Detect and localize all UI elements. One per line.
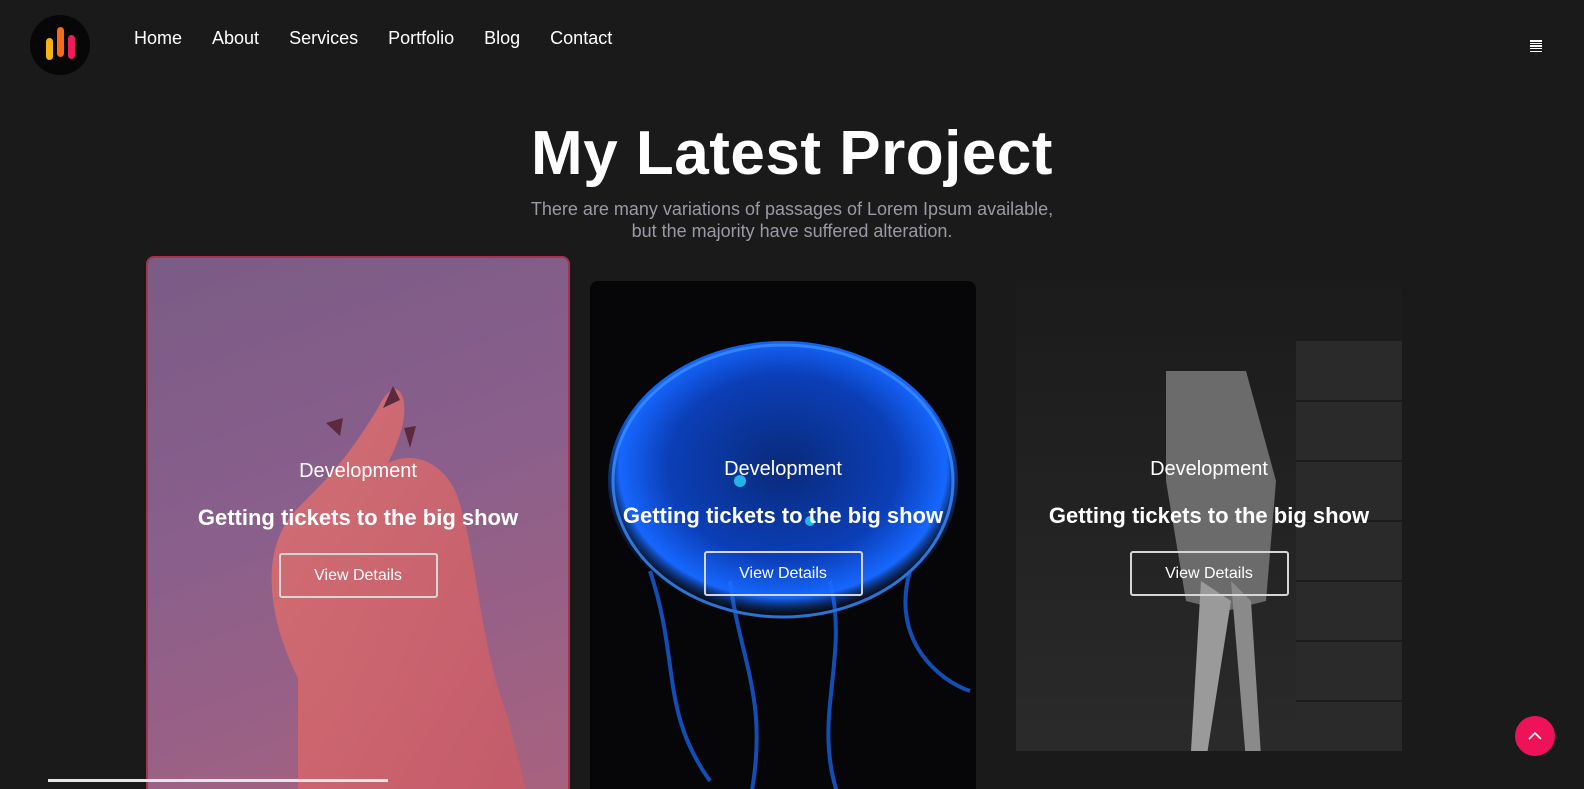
card-overlay: Development Getting tickets to the big s… [1016, 458, 1402, 596]
page-subtitle: There are many variations of passages of… [0, 198, 1584, 242]
main-nav: Home About Services Portfolio Blog Conta… [134, 28, 642, 49]
view-details-button[interactable]: View Details [703, 551, 863, 596]
card-title: Getting tickets to the big show [197, 505, 519, 530]
logo-bar-yellow [45, 38, 53, 60]
card-category: Development [1150, 458, 1268, 480]
project-card-2[interactable]: Development Getting tickets to the big s… [590, 281, 976, 789]
subtitle-line-1: There are many variations of passages of… [530, 199, 1054, 219]
nav-services[interactable]: Services [289, 28, 358, 49]
nav-contact[interactable]: Contact [550, 28, 612, 49]
logo-bar-pink [67, 35, 75, 59]
view-details-button[interactable]: View Details [1129, 551, 1289, 596]
nav-home[interactable]: Home [134, 28, 182, 49]
scroll-to-top-button[interactable] [1515, 716, 1555, 756]
horizontal-scrollbar[interactable] [48, 779, 388, 782]
hamburger-menu-icon[interactable] [1530, 40, 1542, 52]
logo-bar-orange [56, 27, 64, 57]
card-title: Getting tickets to the big show [622, 503, 944, 528]
brand-logo-icon[interactable] [30, 15, 90, 75]
project-card-1[interactable]: Development Getting tickets to the big s… [146, 256, 570, 789]
card-category: Development [299, 460, 417, 482]
chevron-up-icon [1528, 731, 1542, 740]
nav-about[interactable]: About [212, 28, 259, 49]
subtitle-line-2: but the majority have suffered alteratio… [631, 221, 953, 241]
card-title: Getting tickets to the big show [1048, 503, 1370, 528]
card-category: Development [724, 458, 842, 480]
card-overlay: Development Getting tickets to the big s… [590, 458, 976, 596]
page-title: My Latest Project [531, 119, 1053, 188]
nav-blog[interactable]: Blog [484, 28, 520, 49]
project-card-3[interactable]: Development Getting tickets to the big s… [1016, 281, 1402, 789]
card-overlay: Development Getting tickets to the big s… [148, 460, 568, 598]
nav-portfolio[interactable]: Portfolio [388, 28, 454, 49]
view-details-button[interactable]: View Details [278, 553, 438, 598]
